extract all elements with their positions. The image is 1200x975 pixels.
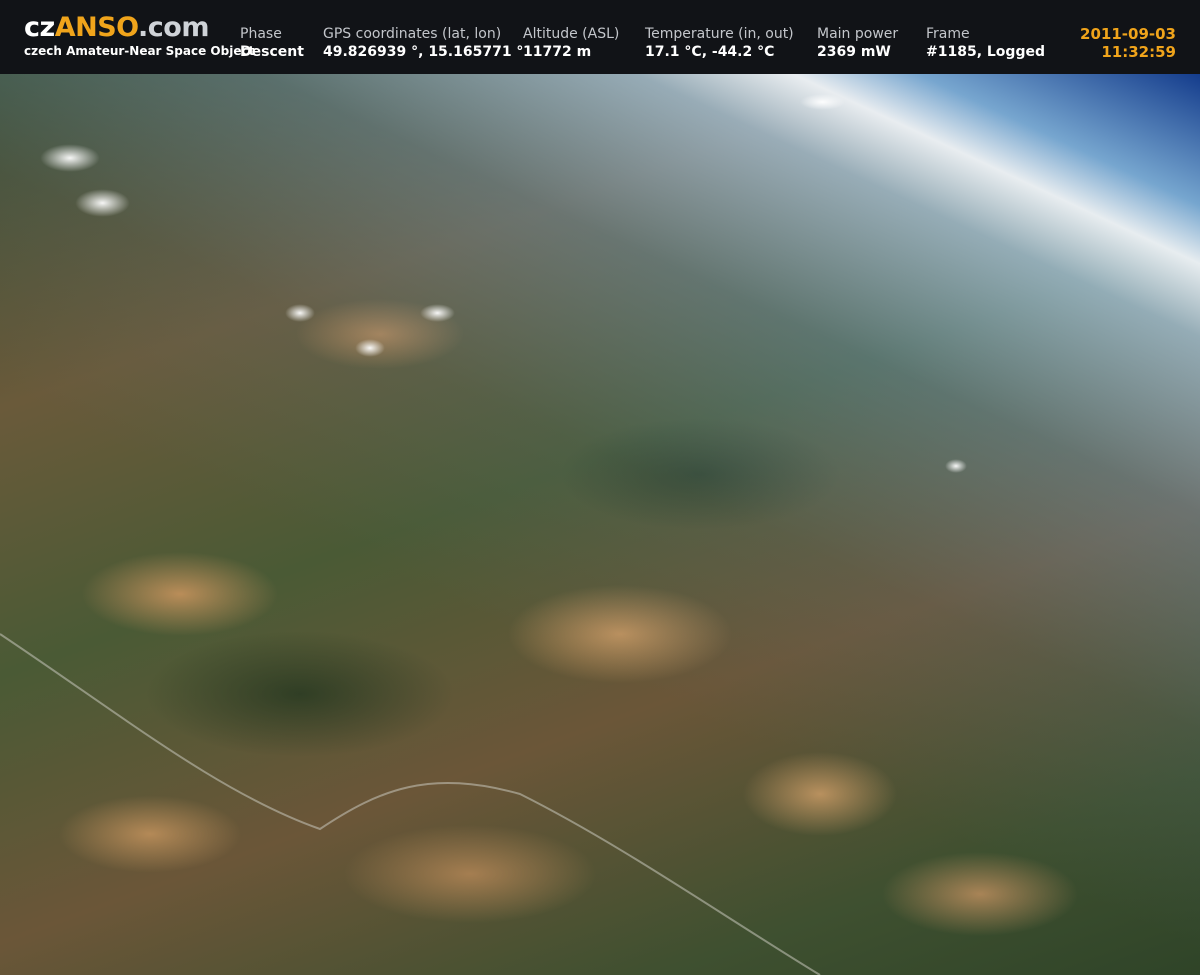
phase-field: Phase Descent: [240, 25, 304, 61]
cloud: [285, 304, 315, 322]
logo-tagline: czech Amateur-Near Space Object: [24, 44, 255, 58]
timestamp-date: 2011-09-03: [1080, 25, 1176, 43]
logo-prefix: cz: [24, 12, 55, 43]
cloud: [355, 339, 385, 357]
altitude-value: 11772 m: [523, 44, 592, 60]
cloud: [75, 189, 130, 217]
atmosphere-horizon: [0, 74, 1200, 975]
power-value: 2369 mW: [817, 44, 891, 60]
phase-value: Descent: [240, 44, 304, 60]
gps-field: GPS coordinates (lat, lon) 49.826939 °, …: [323, 25, 523, 61]
aerial-photo: [0, 74, 1200, 975]
timestamp: 2011-09-03 11:32:59: [1080, 25, 1176, 61]
cloud: [800, 94, 845, 110]
frame-label: Frame: [926, 26, 970, 42]
altitude-field: Altitude (ASL) 11772 m: [523, 25, 619, 61]
frame-field: Frame #1185, Logged: [926, 25, 1045, 61]
frame-value: #1185, Logged: [926, 44, 1045, 60]
logo-suffix: .com: [138, 12, 209, 43]
power-field: Main power 2369 mW: [817, 25, 898, 61]
temperature-value: 17.1 °C, -44.2 °C: [645, 44, 775, 60]
czanso-logo: czANSO.com czech Amateur-Near Space Obje…: [24, 14, 255, 59]
temperature-label: Temperature (in, out): [645, 26, 794, 42]
timestamp-time: 11:32:59: [1101, 43, 1176, 61]
altitude-label: Altitude (ASL): [523, 26, 620, 42]
temperature-field: Temperature (in, out) 17.1 °C, -44.2 °C: [645, 25, 794, 61]
cloud: [945, 459, 967, 473]
power-label: Main power: [817, 26, 899, 42]
cloud: [420, 304, 455, 322]
telemetry-header: czANSO.com czech Amateur-Near Space Obje…: [0, 0, 1200, 74]
logo-brand: ANSO: [54, 12, 139, 43]
gps-label: GPS coordinates (lat, lon): [323, 26, 502, 42]
gps-value: 49.826939 °, 15.165771 °: [323, 44, 524, 60]
cloud: [40, 144, 100, 172]
phase-label: Phase: [240, 26, 282, 42]
logo-wordmark: czANSO.com: [24, 14, 254, 42]
